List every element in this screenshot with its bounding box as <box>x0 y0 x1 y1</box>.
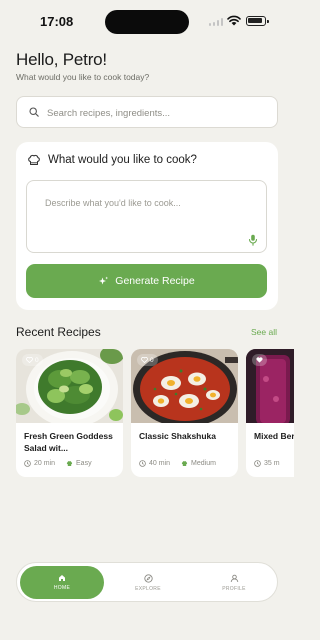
tab-explore-label: EXPLORE <box>135 585 161 592</box>
tab-home[interactable]: HOME <box>20 566 104 599</box>
recipe-difficulty: Medium <box>191 460 216 467</box>
recipe-meta: 20 min Easy <box>24 460 92 467</box>
compass-icon <box>143 573 153 583</box>
recipe-meta: 40 min Medium <box>139 460 216 467</box>
like-badge[interactable]: 0 <box>22 354 43 366</box>
clock-icon <box>24 460 31 467</box>
recipe-image-smoothie <box>246 349 294 423</box>
chef-hat-icon <box>28 154 40 165</box>
like-count: 0 <box>150 356 154 364</box>
chef-hat-icon <box>181 461 188 466</box>
recipe-image-salad: 0 <box>16 349 123 423</box>
recipe-time: 35 m <box>264 460 280 467</box>
recent-recipes-title: Recent Recipes <box>16 325 101 339</box>
like-count: 0 <box>35 356 39 364</box>
sparkle-icon <box>99 276 109 284</box>
status-time: 17:08 <box>40 14 74 29</box>
heart-icon <box>26 357 33 363</box>
greeting-subtitle: What would you like to cook today? <box>16 72 150 82</box>
tab-profile-label: PROFILE <box>222 585 246 592</box>
clock-icon <box>139 460 146 467</box>
home-icon <box>59 575 65 581</box>
ai-card-title: What would you like to cook? <box>48 154 197 166</box>
recipe-card[interactable]: 0 Classic Shakshuka 40 min Medium <box>131 349 238 477</box>
heart-icon <box>141 357 148 363</box>
generate-recipe-button[interactable]: Generate Recipe <box>26 264 267 298</box>
search-icon <box>29 107 39 117</box>
recipe-card[interactable]: Mixed Berry Smoo... 35 m <box>246 349 294 477</box>
recipe-name: Fresh Green Goddess Salad wit... <box>24 431 113 453</box>
tab-explore[interactable]: EXPLORE <box>106 566 190 599</box>
search-input[interactable] <box>47 104 267 122</box>
recipe-difficulty: Easy <box>76 460 92 467</box>
status-bar: 17:08 <box>0 0 294 44</box>
clock-icon <box>254 460 261 467</box>
recipe-image-shakshuka: 0 <box>131 349 238 423</box>
generate-recipe-label: Generate Recipe <box>115 275 195 287</box>
bottom-tab-bar: HOME EXPLORE PROFILE <box>16 562 278 602</box>
ai-recipe-card: What would you like to cook? Generate Re… <box>16 142 278 310</box>
greeting: Hello, Petro! <box>16 50 107 69</box>
recipe-description-input[interactable] <box>26 180 267 253</box>
tab-home-label: HOME <box>53 585 71 591</box>
recipe-name: Mixed Berry Smoo... <box>254 431 294 441</box>
recipe-card[interactable]: 0 Fresh Green Goddess Salad wit... 20 mi… <box>16 349 123 477</box>
recipe-name: Classic Shakshuka <box>139 431 217 441</box>
tab-profile[interactable]: PROFILE <box>192 566 276 599</box>
see-all-link[interactable]: See all <box>251 327 277 337</box>
like-badge[interactable] <box>252 354 267 366</box>
cellular-signal-icon <box>209 18 225 26</box>
dynamic-island <box>105 10 189 34</box>
battery-icon <box>246 16 269 26</box>
like-badge[interactable]: 0 <box>137 354 158 366</box>
user-icon <box>230 574 238 582</box>
recipe-time: 20 min <box>34 460 56 467</box>
microphone-icon[interactable] <box>248 234 258 246</box>
wifi-icon <box>227 15 241 26</box>
recent-recipes-list: 0 Fresh Green Goddess Salad wit... 20 mi… <box>16 349 294 479</box>
search-bar[interactable] <box>16 96 278 128</box>
heart-icon <box>256 357 263 363</box>
recipe-time: 40 min <box>149 460 171 467</box>
chef-hat-icon <box>66 461 73 466</box>
recipe-meta: 35 m <box>254 460 280 467</box>
